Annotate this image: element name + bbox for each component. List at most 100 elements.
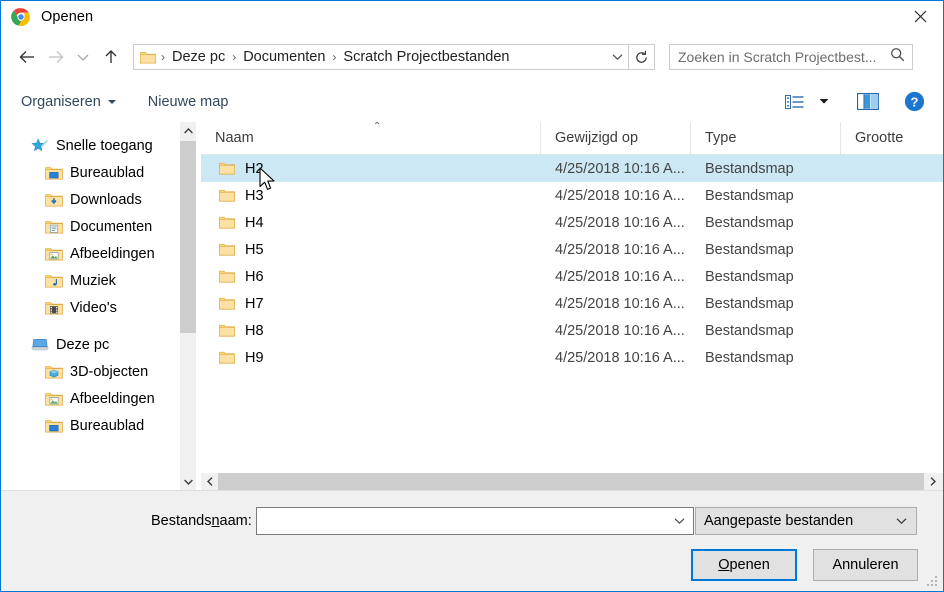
scroll-right-chevron-right-icon[interactable] — [924, 473, 941, 490]
arrow-left-icon[interactable] — [13, 43, 41, 71]
file-type: Bestandsmap — [705, 268, 794, 285]
search-input[interactable] — [678, 49, 878, 65]
file-name-cell: H8 — [201, 323, 541, 339]
column-header-type[interactable]: Type — [691, 122, 841, 155]
view-options-icon[interactable] — [779, 88, 809, 116]
search-box[interactable] — [669, 44, 913, 70]
recent-locations-chevron-down-icon[interactable] — [69, 43, 97, 71]
file-type: Bestandsmap — [705, 241, 794, 258]
organiseren-menu-button[interactable]: Organiseren — [21, 94, 116, 110]
sidebar-item-muziek[interactable]: Muziek — [1, 267, 196, 294]
chrome-logo-icon — [11, 7, 31, 27]
file-list-horizontal-scrollbar[interactable] — [201, 473, 943, 490]
folder-icon — [219, 350, 235, 365]
sidebar-item-3d-objecten[interactable]: 3D-objecten — [1, 358, 196, 385]
sidebar-label: Deze pc — [56, 336, 110, 353]
table-row[interactable]: H3 4/25/2018 10:16 A... Bestandsmap — [201, 182, 943, 209]
file-name: H9 — [245, 349, 264, 366]
breadcrumb-item-deze-pc[interactable]: Deze pc — [170, 49, 227, 65]
column-headers: Naam ⌃ Gewijzigd op Type Grootte — [201, 122, 943, 155]
sidebar-items: Snelle toegang Bureaublad Downloads Docu… — [1, 122, 196, 439]
nieuwe-map-button[interactable]: Nieuwe map — [148, 94, 229, 110]
breadcrumb-separator: › — [332, 50, 337, 64]
file-type: Bestandsmap — [705, 160, 794, 177]
address-chevron-down-icon[interactable] — [606, 45, 628, 69]
column-header-naam[interactable]: Naam ⌃ — [201, 122, 541, 155]
preview-pane-icon[interactable] — [853, 88, 883, 116]
column-header-gewijzigd-op[interactable]: Gewijzigd op — [541, 122, 691, 155]
sidebar-item-afbeeldingen-pc[interactable]: Afbeeldingen — [1, 385, 196, 412]
folder-pictures-icon — [45, 246, 63, 262]
file-type-filter-dropdown[interactable]: Aangepaste bestanden — [695, 507, 917, 535]
search-icon — [890, 47, 905, 67]
sidebar-scrollbar[interactable] — [179, 122, 196, 490]
sidebar-item-afbeeldingen[interactable]: Afbeeldingen — [1, 240, 196, 267]
table-row[interactable]: H8 4/25/2018 10:16 A... Bestandsmap — [201, 317, 943, 344]
help-icon[interactable]: ? — [899, 88, 929, 116]
column-header-grootte[interactable]: Grootte — [841, 122, 943, 155]
view-options-chevron-down-icon[interactable] — [809, 88, 839, 116]
sidebar-item-snelle-toegang[interactable]: Snelle toegang — [1, 132, 196, 159]
folder-icon — [219, 215, 235, 230]
table-row[interactable]: H6 4/25/2018 10:16 A... Bestandsmap — [201, 263, 943, 290]
sidebar-label: Afbeeldingen — [70, 245, 155, 262]
filename-combobox[interactable] — [256, 507, 694, 535]
scroll-down-chevron-down-icon[interactable] — [180, 473, 196, 490]
scroll-up-chevron-up-icon[interactable] — [180, 122, 196, 139]
sidebar-item-bureaublad-pc[interactable]: Bureaublad — [1, 412, 196, 439]
table-row[interactable]: H7 4/25/2018 10:16 A... Bestandsmap — [201, 290, 943, 317]
folder-icon — [219, 161, 235, 176]
cancel-button-label: Annuleren — [832, 557, 899, 573]
navigation-bar: › Deze pc › Documenten › Scratch Project… — [1, 33, 943, 81]
sidebar-item-videos[interactable]: Video's — [1, 294, 196, 321]
breadcrumb-separator: › — [161, 50, 165, 64]
filename-input[interactable] — [263, 509, 667, 533]
filename-chevron-down-icon[interactable] — [674, 512, 685, 530]
file-name: H7 — [245, 295, 264, 312]
table-row[interactable]: H5 4/25/2018 10:16 A... Bestandsmap — [201, 236, 943, 263]
table-row[interactable]: H2 4/25/2018 10:16 A... Bestandsmap — [201, 155, 943, 182]
folder-icon — [219, 296, 235, 311]
folder-videos-icon — [45, 300, 63, 316]
table-row[interactable]: H4 4/25/2018 10:16 A... Bestandsmap — [201, 209, 943, 236]
breadcrumb-item-documenten[interactable]: Documenten — [241, 49, 327, 65]
sidebar-label: Bureaublad — [70, 417, 145, 434]
dialog-footer: Bestandsnaam: Aangepaste bestanden Opene… — [1, 490, 943, 591]
folder-documents-icon — [45, 219, 63, 235]
file-type: Bestandsmap — [705, 349, 794, 366]
sidebar-label: 3D-objecten — [70, 363, 149, 380]
file-name-cell: H7 — [201, 296, 541, 312]
chevron-down-icon — [896, 512, 907, 530]
sidebar-scroll-thumb[interactable] — [180, 141, 196, 333]
sidebar-label: Bureaublad — [70, 164, 145, 181]
file-type: Bestandsmap — [705, 187, 794, 204]
horizontal-scroll-thumb[interactable] — [218, 473, 924, 490]
sidebar-label: Documenten — [70, 218, 153, 235]
file-type: Bestandsmap — [705, 295, 794, 312]
cancel-button[interactable]: Annuleren — [813, 549, 918, 581]
address-bar[interactable]: › Deze pc › Documenten › Scratch Project… — [133, 44, 629, 70]
file-list-pane: Naam ⌃ Gewijzigd op Type Grootte H2 4/25… — [201, 122, 943, 490]
breadcrumb-item-scratch-projectbestanden[interactable]: Scratch Projectbestanden — [341, 49, 511, 65]
sidebar-item-bureaublad[interactable]: Bureaublad — [1, 159, 196, 186]
organiseren-label: Organiseren — [21, 93, 101, 110]
open-file-dialog: Openen › Deze pc › Documenten › Scratch … — [0, 0, 944, 592]
file-name-cell: H9 — [201, 350, 541, 366]
arrow-right-icon[interactable] — [41, 43, 69, 71]
sidebar-label: Video's — [70, 299, 117, 316]
table-row[interactable]: H9 4/25/2018 10:16 A... Bestandsmap — [201, 344, 943, 371]
folder-icon — [219, 323, 235, 338]
arrow-up-icon[interactable] — [97, 43, 125, 71]
navigation-sidebar[interactable]: Snelle toegang Bureaublad Downloads Docu… — [1, 122, 196, 490]
refresh-icon[interactable] — [629, 44, 655, 70]
close-button[interactable] — [897, 1, 943, 32]
resize-grip-icon[interactable] — [927, 576, 939, 588]
sidebar-item-deze-pc[interactable]: Deze pc — [1, 331, 196, 358]
sidebar-item-downloads[interactable]: Downloads — [1, 186, 196, 213]
scroll-left-chevron-left-icon[interactable] — [201, 473, 218, 490]
open-button[interactable]: Openen — [691, 549, 797, 581]
sidebar-item-documenten[interactable]: Documenten — [1, 213, 196, 240]
file-name: H6 — [245, 268, 264, 285]
sidebar-label: Afbeeldingen — [70, 390, 155, 407]
sidebar-label: Muziek — [70, 272, 116, 289]
